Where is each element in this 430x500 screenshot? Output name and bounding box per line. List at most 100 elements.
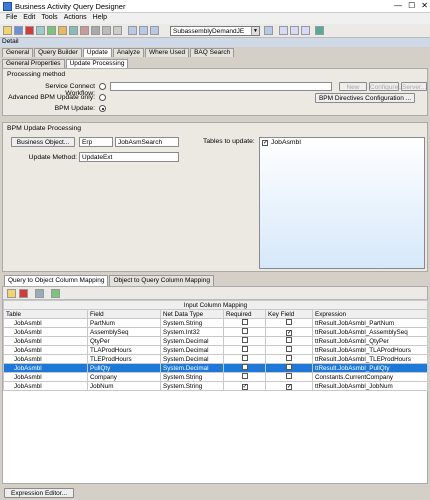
back-icon[interactable] [279, 26, 288, 35]
bo-system-field[interactable]: Erp [79, 137, 113, 147]
refresh-icon[interactable] [36, 26, 45, 35]
required-checkbox[interactable] [241, 319, 248, 325]
delete-row-icon[interactable] [19, 289, 28, 298]
forward-icon[interactable] [290, 26, 299, 35]
cell-table[interactable]: JobAsmbl [3, 372, 88, 382]
cut-icon[interactable] [91, 26, 100, 35]
chevron-down-icon[interactable]: ▼ [251, 27, 259, 35]
cell-table[interactable]: JobAsmbl [3, 354, 88, 364]
help-icon[interactable] [315, 26, 324, 35]
cell-table[interactable]: JobAsmbl [3, 345, 88, 355]
tab-where-used[interactable]: Where Used [144, 48, 190, 57]
configure-button[interactable]: Configure... [369, 82, 404, 91]
column-header[interactable]: Key Field [265, 309, 313, 319]
required-checkbox[interactable] [241, 346, 248, 352]
cell-type[interactable]: System.Decimal [160, 336, 224, 346]
cell-type[interactable]: System.Decimal [160, 354, 224, 364]
cell-table[interactable]: JobAsmbl [3, 327, 88, 337]
menu-tools[interactable]: Tools [41, 14, 57, 24]
table-row[interactable]: JobAsmbl JobNum System.String ✓ ✓ ttResult.Jo… [3, 381, 429, 391]
column-header[interactable]: Field [87, 309, 161, 319]
first-record-icon[interactable] [128, 26, 137, 35]
jobasmbl-checkbox[interactable]: ✓ [262, 140, 268, 146]
advanced-bpm-radio[interactable] [99, 94, 106, 101]
new-button[interactable]: New [339, 82, 367, 91]
cell-type[interactable]: System.Decimal [160, 363, 224, 373]
add-row-icon[interactable] [7, 289, 16, 298]
search-icon[interactable] [80, 26, 89, 35]
table-row[interactable]: JobAsmbl PartNum System.String ttResult.Job… [3, 318, 429, 328]
minimize-icon[interactable]: — [394, 1, 402, 10]
key-field-checkbox[interactable] [286, 319, 292, 325]
cell-req[interactable] [223, 372, 266, 382]
tab-query-to-object[interactable]: Query to Object Column Mapping [4, 275, 109, 286]
cell-key[interactable]: ✓ [265, 327, 313, 337]
key-field-checkbox[interactable] [286, 346, 292, 352]
table-row[interactable]: JobAsmbl TLEProdHours System.Decimal ttResu… [3, 354, 429, 364]
cell-field[interactable]: TLAProdHours [87, 345, 161, 355]
cell-field[interactable]: JobNum [87, 381, 161, 391]
cell-field[interactable]: AssemblySeq [87, 327, 161, 337]
bpm-directives-button[interactable]: BPM Directives Configuration ... [315, 93, 415, 103]
column-header[interactable]: Table [3, 309, 88, 319]
cell-type[interactable]: System.String [160, 318, 224, 328]
cell-key[interactable] [265, 354, 313, 364]
table-row[interactable]: JobAsmbl QtyPer System.Decimal ttResult.Job… [3, 336, 429, 346]
key-field-checkbox[interactable] [286, 364, 292, 370]
cell-req[interactable] [223, 363, 266, 373]
cell-req[interactable] [223, 345, 266, 355]
menu-actions[interactable]: Actions [64, 14, 87, 24]
cell-key[interactable] [265, 336, 313, 346]
menu-edit[interactable]: Edit [23, 14, 35, 24]
key-field-checkbox[interactable] [286, 337, 292, 343]
table-row[interactable]: JobAsmbl PullQty System.Decimal ttResult.Jo… [3, 363, 429, 373]
save-icon[interactable] [14, 26, 23, 35]
server-button[interactable]: Server... [401, 82, 427, 91]
cell-req[interactable] [223, 318, 266, 328]
cell-expression[interactable]: ttResult.JobAsmbl_JobNum [311, 381, 429, 391]
cell-table[interactable]: JobAsmbl [3, 336, 88, 346]
tab-update[interactable]: Update [82, 48, 112, 57]
table-row[interactable]: JobAsmbl Company System.String Constants.Cu… [3, 372, 429, 382]
service-connect-radio[interactable] [99, 83, 106, 90]
key-field-checkbox[interactable]: ✓ [286, 329, 292, 336]
cell-field[interactable]: QtyPer [87, 336, 161, 346]
tables-list-item[interactable]: JobAsmbl [271, 139, 301, 146]
service-connect-field[interactable] [110, 82, 332, 91]
tab-query-builder[interactable]: Query Builder [34, 48, 82, 57]
cell-expression[interactable]: ttResult.JobAsmbl_AssemblySeq [311, 327, 429, 337]
maximize-icon[interactable]: ☐ [408, 1, 415, 10]
column-header[interactable]: Expression [311, 309, 429, 319]
record-combo[interactable]: SubassemblyDemandJE ▼ [170, 26, 260, 36]
cell-expression[interactable]: ttResult.JobAsmbl_QtyPer [311, 336, 429, 346]
tab-baq-search[interactable]: BAQ Search [190, 48, 235, 57]
cell-req[interactable] [223, 354, 266, 364]
cell-type[interactable]: System.String [160, 372, 224, 382]
table-row[interactable]: JobAsmbl AssemblySeq System.Int32 ✓ ttResult… [3, 327, 429, 337]
go-icon[interactable] [301, 26, 310, 35]
column-header[interactable]: Net Data Type [160, 309, 224, 319]
required-checkbox[interactable] [241, 364, 248, 370]
expression-editor-button[interactable]: Expression Editor... [4, 488, 74, 498]
copy-icon[interactable] [102, 26, 111, 35]
sort-icon[interactable] [35, 289, 44, 298]
bo-name-field[interactable]: JobAsmSearch [115, 137, 179, 147]
bpm-update-radio[interactable] [99, 105, 106, 112]
tab-general[interactable]: General [2, 48, 34, 57]
tab-analyze[interactable]: Analyze [112, 48, 144, 57]
tab-object-to-query[interactable]: Object to Query Column Mapping [109, 275, 214, 286]
cell-table[interactable]: JobAsmbl [3, 381, 88, 391]
export-icon[interactable] [51, 289, 60, 298]
business-object-button[interactable]: Business Object... [11, 137, 75, 147]
cell-key[interactable] [265, 345, 313, 355]
required-checkbox[interactable] [241, 328, 248, 334]
menu-file[interactable]: File [6, 14, 17, 24]
tab-update-processing[interactable]: Update Processing [65, 59, 129, 68]
cell-table[interactable]: JobAsmbl [3, 318, 88, 328]
cell-type[interactable]: System.Int32 [160, 327, 224, 337]
close-icon[interactable]: ✕ [421, 1, 428, 10]
key-field-checkbox[interactable]: ✓ [286, 383, 292, 390]
cell-expression[interactable]: ttResult.JobAsmbl_TLAProdHours [311, 345, 429, 355]
print-icon[interactable] [69, 26, 78, 35]
cell-key[interactable] [265, 318, 313, 328]
